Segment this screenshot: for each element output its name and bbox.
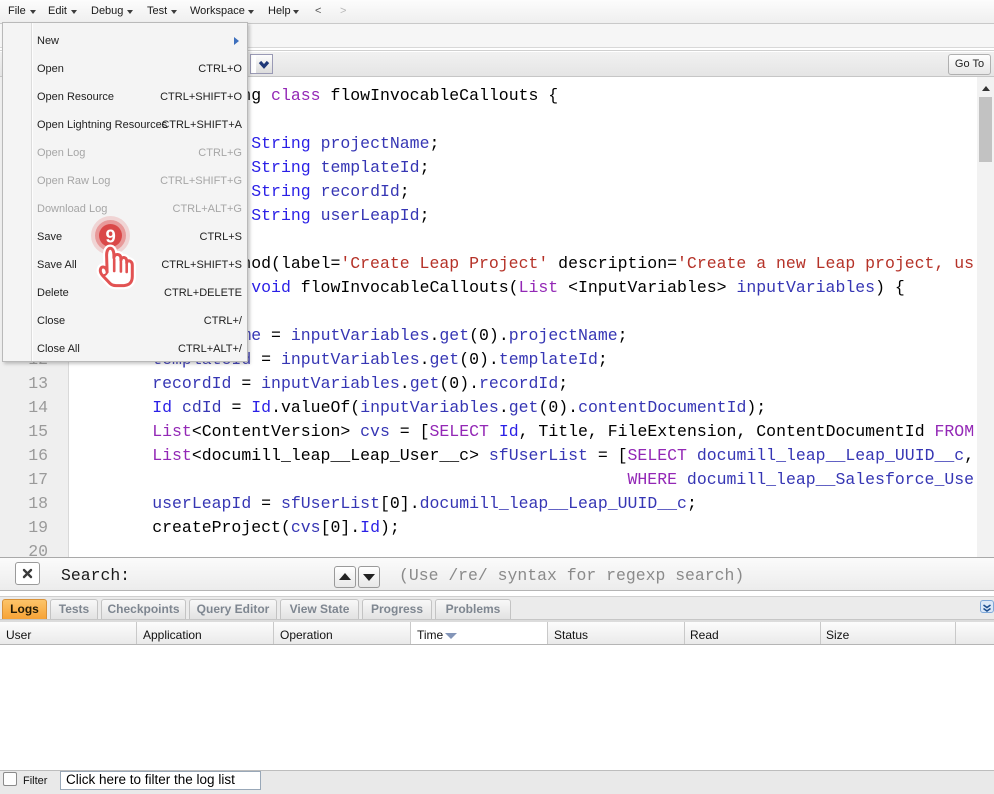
svg-text:9: 9 — [105, 226, 115, 247]
